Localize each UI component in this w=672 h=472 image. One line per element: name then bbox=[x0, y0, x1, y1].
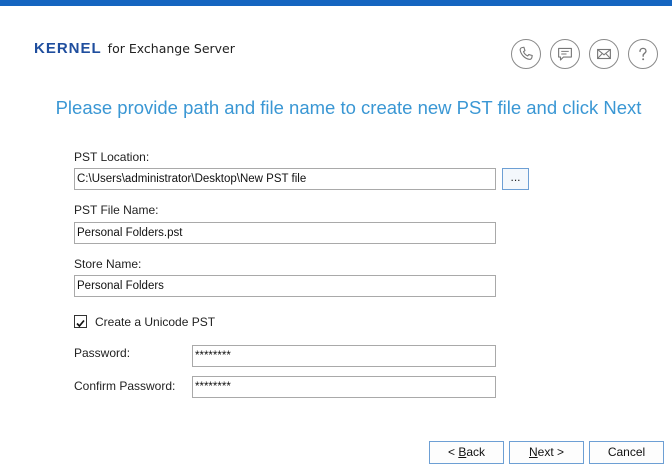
mail-icon bbox=[597, 48, 611, 60]
phone-icon bbox=[519, 46, 533, 60]
pst-location-input[interactable] bbox=[74, 168, 496, 190]
unicode-pst-checkbox[interactable] bbox=[74, 315, 87, 328]
top-accent-bar bbox=[0, 0, 672, 6]
brand-logo: KERNEL for Exchange Server bbox=[34, 40, 235, 60]
brand-subtitle: for Exchange Server bbox=[107, 41, 235, 56]
pst-file-name-label: PST File Name: bbox=[74, 203, 159, 217]
pst-file-name-input[interactable] bbox=[74, 222, 496, 244]
brand-name: KERNEL bbox=[34, 40, 102, 57]
back-prefix: < bbox=[447, 445, 459, 459]
next-rest: ext > bbox=[537, 445, 565, 459]
password-label: Password: bbox=[74, 346, 131, 360]
checkmark-icon bbox=[76, 319, 85, 328]
phone-button[interactable] bbox=[511, 39, 541, 69]
chat-button[interactable] bbox=[550, 39, 580, 69]
back-rest: ack bbox=[466, 445, 486, 459]
browse-button[interactable]: ... bbox=[502, 168, 529, 190]
back-button[interactable]: < Back bbox=[429, 441, 504, 464]
mail-button[interactable] bbox=[589, 39, 619, 69]
help-button[interactable] bbox=[628, 39, 658, 69]
chat-icon bbox=[558, 47, 572, 61]
cancel-button[interactable]: Cancel bbox=[589, 441, 664, 464]
next-button[interactable]: Next > bbox=[509, 441, 584, 464]
page-heading: Please provide path and file name to cre… bbox=[55, 97, 642, 118]
store-name-label: Store Name: bbox=[74, 257, 142, 271]
confirm-password-input[interactable] bbox=[192, 376, 496, 398]
unicode-pst-label[interactable]: Create a Unicode PST bbox=[95, 315, 215, 329]
confirm-password-label: Confirm Password: bbox=[74, 379, 176, 393]
password-input[interactable] bbox=[192, 345, 496, 367]
pst-location-label: PST Location: bbox=[74, 150, 150, 164]
next-mnemonic: N bbox=[528, 445, 538, 459]
help-icon bbox=[639, 47, 647, 61]
store-name-input[interactable] bbox=[74, 275, 496, 297]
